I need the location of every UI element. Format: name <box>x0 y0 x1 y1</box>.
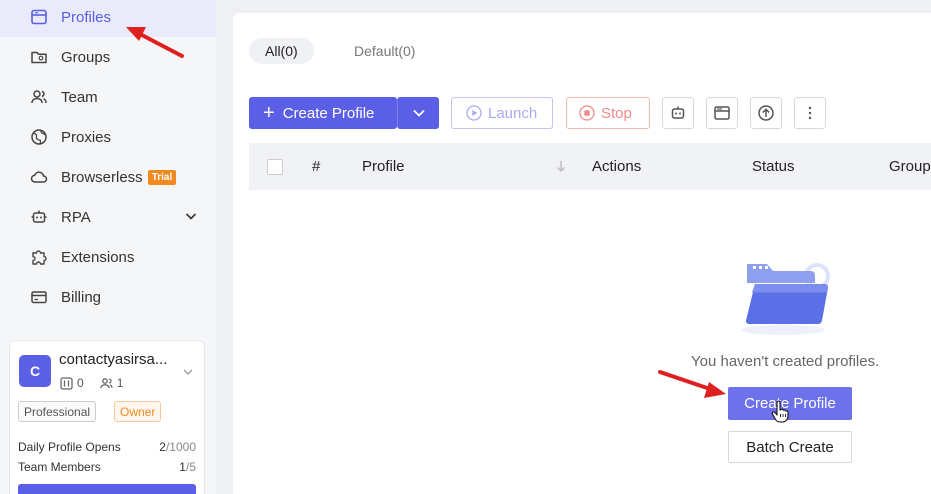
empty-folder-icon <box>741 263 830 335</box>
chevron-down-icon[interactable] <box>184 209 198 223</box>
robot-icon <box>671 106 685 119</box>
tab-all[interactable]: All(0) <box>249 38 314 64</box>
annotation-arrow-icon <box>658 370 726 398</box>
empty-create-profile-button[interactable]: Create Profile <box>728 387 852 420</box>
sidebar-item-rpa[interactable]: RPA <box>0 197 216 237</box>
more-vertical-icon <box>808 106 812 120</box>
avatar: C <box>19 355 51 387</box>
column-status: Status <box>752 158 795 175</box>
team-members-used: 1 <box>179 460 186 474</box>
profile-count: 0 <box>77 376 84 390</box>
sidebar-item-extensions[interactable]: Extensions <box>0 237 216 277</box>
profiles-count-icon <box>60 376 73 390</box>
more-button[interactable] <box>794 97 826 129</box>
team-members-label: Team Members <box>18 460 101 474</box>
upload-button[interactable] <box>750 97 782 129</box>
browser-window-icon <box>714 106 730 120</box>
daily-opens-max: /1000 <box>165 440 196 454</box>
daily-opens-row: Daily Profile Opens 2/1000 <box>18 440 196 454</box>
sidebar-item-label: Browserless <box>61 168 143 186</box>
column-index: # <box>312 158 321 175</box>
card-icon <box>30 288 48 306</box>
sidebar-item-browserless[interactable]: Browserless Trial <box>0 157 216 197</box>
sidebar-item-label: Proxies <box>61 128 112 146</box>
sidebar-item-proxies[interactable]: Proxies <box>0 117 216 157</box>
user-name: contactyasirsa... <box>59 351 168 368</box>
team-members-row: Team Members 1/5 <box>18 460 196 474</box>
chevron-down-icon <box>412 109 425 117</box>
sidebar: Profiles Groups Team Proxies Browserless… <box>0 0 216 494</box>
user-stats: 0 1 <box>60 376 123 390</box>
column-group: Group <box>889 158 931 175</box>
plan-tag: Professional <box>18 401 97 422</box>
folder-icon <box>30 48 48 66</box>
sidebar-item-team[interactable]: Team <box>0 77 216 117</box>
trial-badge: Trial <box>147 169 177 185</box>
main-panel: All(0) Default(0) + Create Profile Launc… <box>233 13 931 494</box>
cloud-icon <box>30 168 48 186</box>
team-members-max: /5 <box>185 460 196 474</box>
member-count: 1 <box>116 376 124 390</box>
members-count-icon <box>100 377 113 388</box>
upgrade-button[interactable] <box>18 484 196 494</box>
batch-create-button[interactable]: Batch Create <box>728 431 852 463</box>
plus-icon: + <box>263 102 275 124</box>
robot-icon <box>30 208 48 226</box>
create-profile-label: Create Profile <box>282 104 375 122</box>
column-profile[interactable]: Profile <box>362 158 405 175</box>
chevron-down-icon[interactable] <box>182 366 194 378</box>
annotation-arrow-icon <box>126 27 184 58</box>
profiles-icon <box>30 8 48 26</box>
daily-opens-label: Daily Profile Opens <box>18 440 121 454</box>
user-card[interactable]: C contactyasirsa... 0 1 Professional Own… <box>9 340 205 494</box>
hand-cursor-icon <box>771 400 789 423</box>
globe-icon <box>30 128 48 146</box>
sidebar-item-label: Extensions <box>61 248 135 266</box>
puzzle-icon <box>30 248 48 266</box>
sidebar-item-label: Billing <box>61 288 102 306</box>
role-tag: Owner <box>114 401 162 422</box>
sidebar-item-label: Profiles <box>61 8 112 26</box>
sidebar-item-label: Team <box>61 88 98 106</box>
stop-icon <box>579 105 595 121</box>
rpa-button[interactable] <box>662 97 694 129</box>
create-profile-button[interactable]: + Create Profile <box>249 97 397 129</box>
window-button[interactable] <box>706 97 738 129</box>
sidebar-item-label: Groups <box>61 48 111 66</box>
sidebar-item-label: RPA <box>61 208 91 226</box>
launch-button[interactable]: Launch <box>451 97 553 129</box>
team-icon <box>30 88 48 106</box>
launch-label: Launch <box>488 104 538 122</box>
sort-arrow-icon[interactable] <box>554 159 568 173</box>
stop-button[interactable]: Stop <box>566 97 650 129</box>
select-all-checkbox[interactable] <box>267 159 283 175</box>
daily-opens-used: 2 <box>159 440 166 454</box>
play-icon <box>466 105 482 121</box>
table-header: # Profile Actions Status Group <box>249 143 931 190</box>
stop-label: Stop <box>601 104 632 122</box>
tab-default[interactable]: Default(0) <box>338 38 431 64</box>
sidebar-item-billing[interactable]: Billing <box>0 277 216 317</box>
column-actions: Actions <box>592 158 642 175</box>
upload-icon <box>758 105 774 121</box>
create-profile-dropdown[interactable] <box>397 97 439 129</box>
